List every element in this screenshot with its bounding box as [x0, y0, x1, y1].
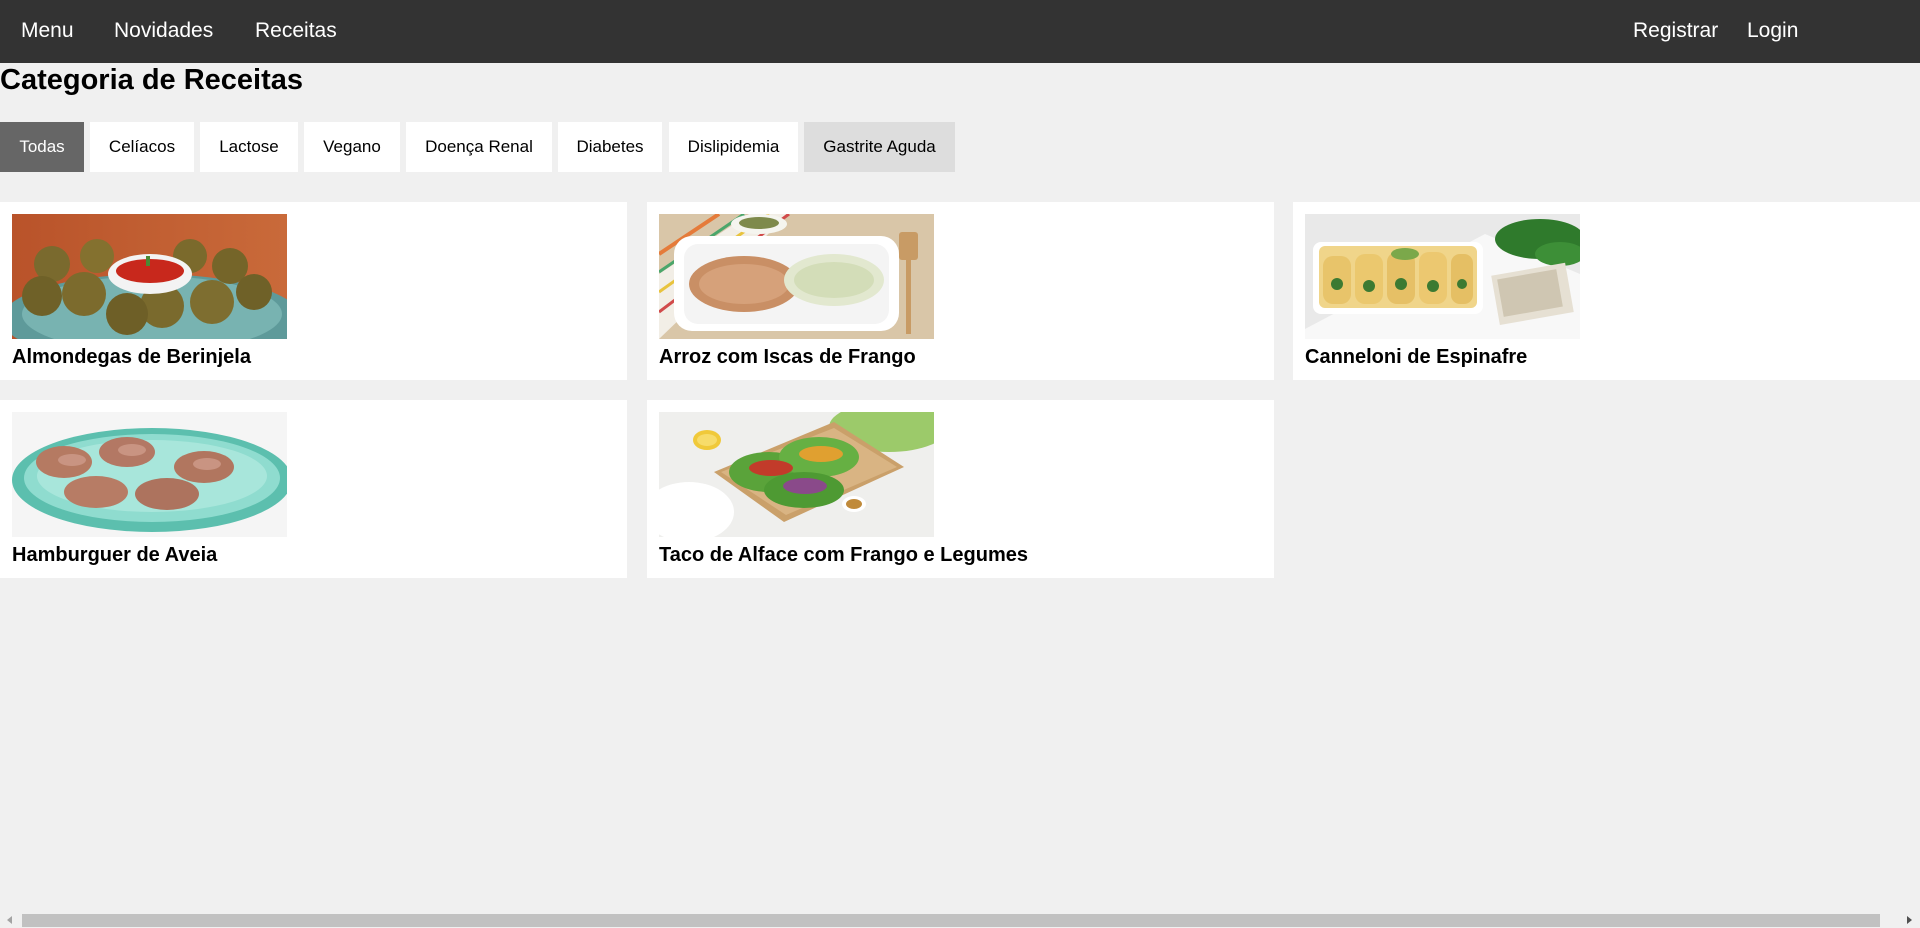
tab-vegano[interactable]: Vegano [304, 122, 400, 172]
recipe-title: Hamburguer de Aveia [12, 544, 218, 566]
recipe-title: Arroz com Iscas de Frango [659, 346, 916, 368]
recipe-card[interactable]: Hamburguer de Aveia [0, 400, 627, 578]
recipe-title: Almondegas de Berinjela [12, 346, 251, 368]
recipe-card[interactable]: Taco de Alface com Frango e Legumes [647, 400, 1274, 578]
tab-diabetes[interactable]: Diabetes [558, 122, 662, 172]
nav-login-link[interactable]: Login [1747, 0, 1798, 63]
tab-todas[interactable]: Todas [0, 122, 84, 172]
nav-registrar-link[interactable]: Registrar [1633, 0, 1718, 63]
recipe-title: Taco de Alface com Frango e Legumes [659, 544, 1028, 566]
tab-dislipidemia[interactable]: Dislipidemia [669, 122, 798, 172]
tab-doenca-renal[interactable]: Doença Renal [406, 122, 552, 172]
nav-novidades-link[interactable]: Novidades [114, 0, 213, 63]
horizontal-scrollbar[interactable] [0, 912, 1920, 928]
recipe-title: Canneloni de Espinafre [1305, 346, 1528, 368]
recipe-card[interactable]: Almondegas de Berinjela [0, 202, 627, 380]
page-title: Categoria de Receitas [0, 64, 304, 96]
lettuce-tacos-photo[interactable] [659, 412, 934, 537]
tab-gastrite-aguda[interactable]: Gastrite Aguda [804, 122, 955, 172]
nav-menu-link[interactable]: Menu [21, 0, 74, 63]
eggplant-meatballs-photo[interactable] [12, 214, 287, 339]
tab-lactose[interactable]: Lactose [200, 122, 298, 172]
scrollbar-thumb[interactable] [22, 914, 1880, 927]
tab-celiacos[interactable]: Celíacos [90, 122, 194, 172]
nav-receitas-link[interactable]: Receitas [255, 0, 337, 63]
top-navbar: Menu Novidades Receitas Registrar Login [0, 0, 1920, 63]
spinach-cannelloni-photo[interactable] [1305, 214, 1580, 339]
recipe-card[interactable]: Canneloni de Espinafre [1293, 202, 1920, 380]
scroll-left-arrow-icon[interactable] [7, 916, 12, 924]
recipe-card[interactable]: Arroz com Iscas de Frango [647, 202, 1274, 380]
rice-chicken-strips-photo[interactable] [659, 214, 934, 339]
scroll-right-arrow-icon[interactable] [1907, 916, 1912, 924]
oat-burgers-photo[interactable] [12, 412, 287, 537]
